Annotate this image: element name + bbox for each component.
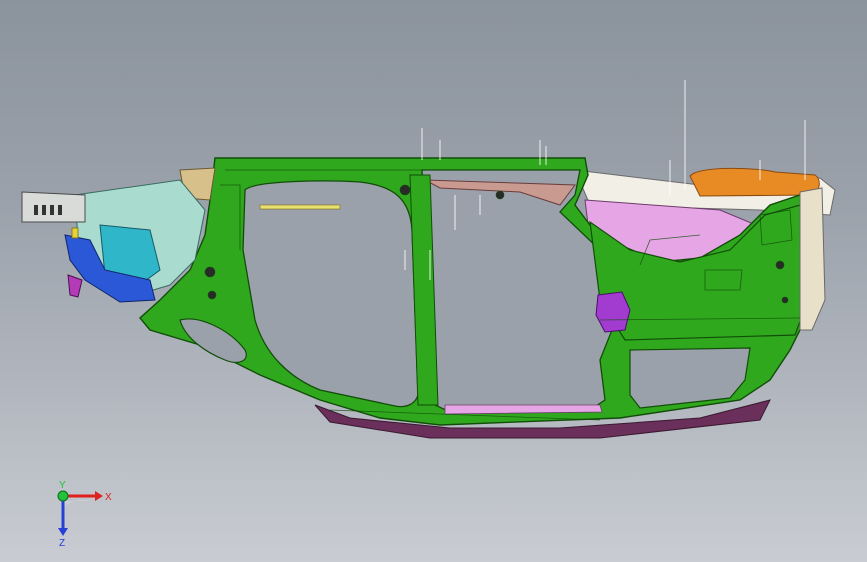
x-axis-arrow <box>95 491 103 501</box>
cad-viewport[interactable]: X Y Z <box>0 0 867 562</box>
car-body-side-model[interactable] <box>0 0 867 562</box>
y-axis-label: Y <box>59 480 66 491</box>
yellow-clip-2 <box>259 204 341 210</box>
sill-pink-strip <box>444 404 603 415</box>
axis-triad: X Y Z <box>57 480 112 548</box>
z-axis-arrow <box>58 528 68 536</box>
x-axis-label: X <box>105 492 112 503</box>
z-axis-label: Z <box>59 538 65 548</box>
triad-shadow <box>63 499 91 508</box>
y-axis-dot <box>57 490 69 502</box>
yellow-clip-1 <box>71 227 79 239</box>
front-magenta-tab <box>67 274 83 298</box>
rear-pillar-strip <box>799 187 826 331</box>
